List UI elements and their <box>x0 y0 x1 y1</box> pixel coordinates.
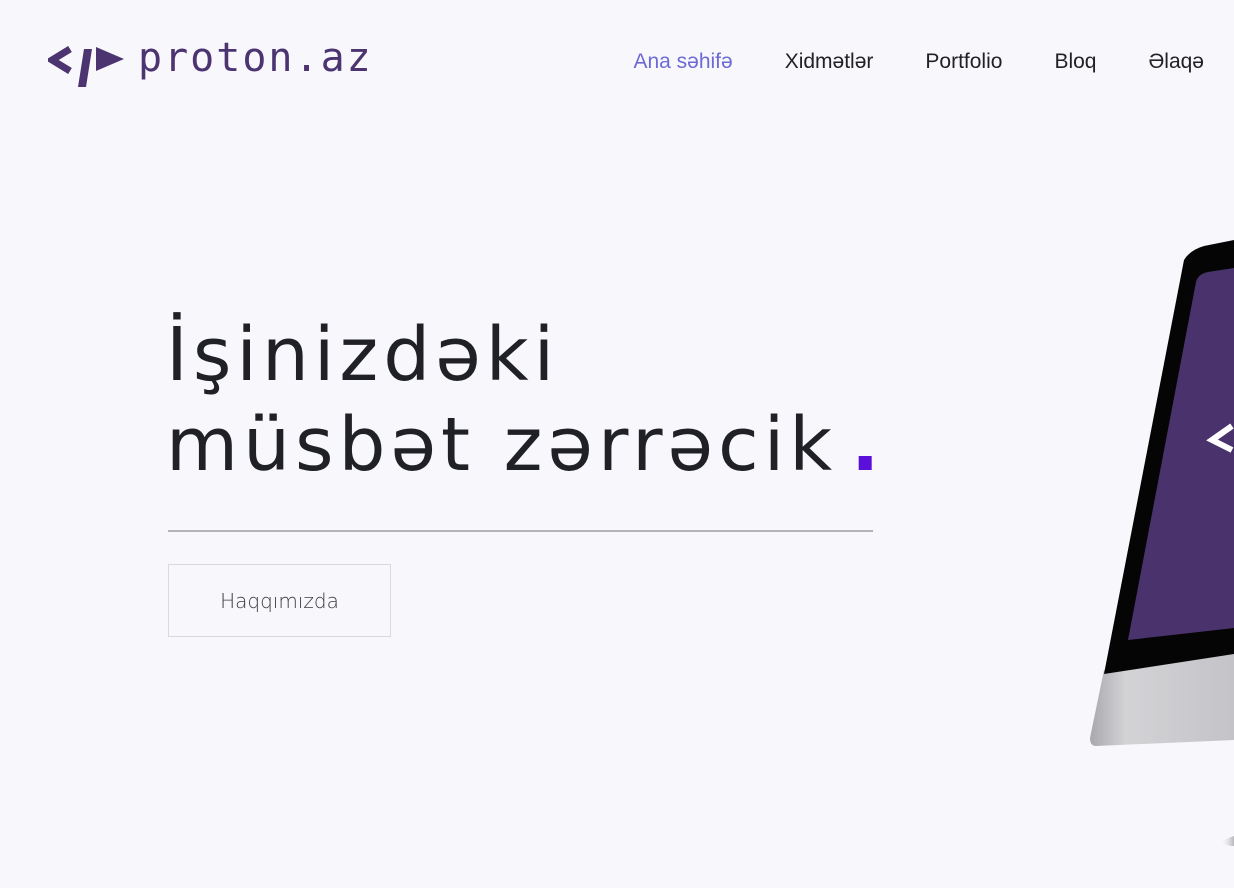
hero-title-line-2-wrap: müsbət zərrəcik. <box>166 400 884 490</box>
hero-title-line-1: İşinizdəki <box>166 312 560 398</box>
hero-divider <box>168 530 873 532</box>
logo-text: proton.az <box>138 35 373 81</box>
logo-link[interactable]: proton.az <box>48 36 373 92</box>
nav-item-portfolio[interactable]: Portfolio <box>925 48 1002 76</box>
hero-title-dot: . <box>851 402 885 488</box>
main-nav: Ana səhifə Xidmətlər Portfolio Bloq Əlaq… <box>581 48 1204 76</box>
nav-item-services[interactable]: Xidmətlər <box>785 48 874 76</box>
hero-title-line-2: müsbət zərrəcik <box>166 402 838 488</box>
imac-monitor-illustration <box>1090 240 1234 846</box>
nav-item-blog[interactable]: Bloq <box>1054 48 1096 76</box>
nav-item-home[interactable]: Ana səhifə <box>633 48 732 76</box>
page: proton.az Ana səhifə Xidmətlər Portfolio… <box>0 0 1234 888</box>
hero-title: İşinizdəki müsbət zərrəcik. <box>166 310 884 490</box>
nav-item-contact[interactable]: Əlaqə <box>1148 48 1204 76</box>
code-brackets-icon <box>48 46 124 87</box>
about-button[interactable]: Haqqımızda <box>168 564 391 637</box>
